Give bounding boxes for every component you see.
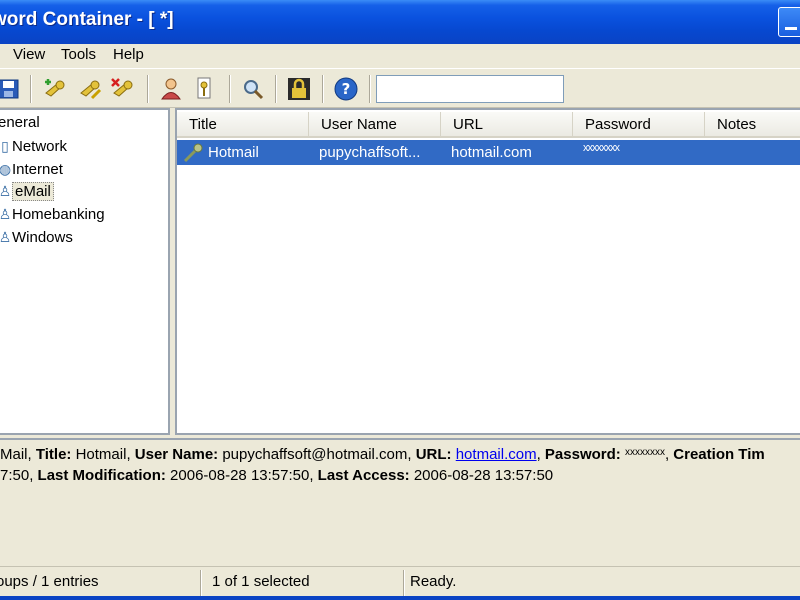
details-access: 2006-08-28 13:57:50 — [413, 467, 554, 484]
tree-item-label: Windows — [12, 229, 73, 246]
toolbar-separator — [229, 75, 231, 103]
toolbar-separator — [369, 75, 371, 103]
help-icon: ? — [334, 77, 358, 101]
details-modification-label: Last Modification: — [37, 467, 166, 484]
search-input[interactable] — [376, 75, 564, 103]
minimize-button[interactable] — [778, 7, 800, 37]
title-bar: word Container - [ *] — [0, 0, 800, 44]
edit-entry-icon — [80, 80, 102, 100]
entry-details: Mail, Title: Hotmail, User Name: pupycha… — [0, 438, 800, 563]
list-header: Title User Name URL Password Notes — [177, 112, 800, 138]
menu-tools[interactable]: Tools — [61, 46, 96, 63]
tree-item-email[interactable]: ♙ eMail — [0, 180, 54, 202]
internet-icon: ◍ — [0, 161, 12, 177]
details-password: xxxxxxxx — [624, 447, 665, 458]
cell-password: xxxxxxxx — [583, 142, 620, 154]
tree-item-label: Homebanking — [12, 206, 105, 223]
tree-root-general[interactable]: eneral — [0, 112, 40, 134]
save-icon — [0, 79, 19, 99]
menu-bar: View Tools Help — [0, 44, 800, 66]
details-url-label: URL: — [415, 446, 452, 463]
cell-title: Hotmail — [208, 144, 259, 161]
email-icon: ♙ — [0, 183, 12, 199]
user-icon — [161, 78, 181, 100]
menu-help[interactable]: Help — [113, 46, 144, 63]
details-title: Hotmail — [75, 446, 127, 463]
help-button[interactable]: ? — [333, 76, 359, 102]
homebanking-icon: ♙ — [0, 206, 12, 222]
tree-item-label: eneral — [0, 114, 40, 131]
windows-icon: ♙ — [0, 229, 12, 245]
tree-item-label: Internet — [12, 161, 63, 178]
window-title: word Container - [ *] — [0, 9, 174, 30]
details-group: Mail, — [0, 446, 36, 463]
tree-item-homebanking[interactable]: ♙Homebanking — [0, 203, 105, 225]
column-header-password[interactable]: Password — [573, 112, 705, 138]
details-password-label: Password: — [544, 446, 621, 463]
details-user-label: User Name: — [134, 446, 219, 463]
status-state: Ready. — [410, 573, 457, 590]
toolbar-separator — [147, 75, 149, 103]
minimize-icon — [785, 27, 797, 30]
status-divider — [403, 570, 405, 596]
user-button[interactable] — [158, 76, 184, 102]
tree-item-label: Network — [12, 138, 68, 155]
toolbar-separator — [322, 75, 324, 103]
key-icon — [183, 143, 205, 168]
key-button[interactable] — [192, 76, 218, 102]
edit-entry-button[interactable] — [77, 76, 103, 102]
find-icon — [244, 80, 264, 100]
details-creation-label: Creation Tim — [673, 446, 765, 463]
toolbar: ? — [0, 68, 800, 108]
details-user: pupychaffsoft@hotmail.com — [222, 446, 408, 463]
window-bottom-border — [0, 596, 800, 600]
cell-user-name: pupychaffsoft... — [319, 144, 421, 161]
entry-list: Title User Name URL Password Notes Hotma… — [175, 108, 800, 435]
column-header-user-name[interactable]: User Name — [309, 112, 441, 138]
lock-icon — [288, 78, 310, 100]
menu-view[interactable]: View — [13, 46, 45, 63]
tree-item-network[interactable]: ▯ Network — [0, 135, 67, 157]
tree-item-internet[interactable]: ◍Internet — [0, 158, 63, 180]
delete-entry-icon — [111, 78, 133, 97]
details-url-link[interactable]: hotmail.com — [456, 446, 537, 463]
toolbar-separator — [30, 75, 32, 103]
cell-url: hotmail.com — [451, 144, 532, 161]
details-access-label: Last Access: — [317, 467, 410, 484]
details-title-label: Title: — [35, 446, 72, 463]
save-button[interactable] — [0, 76, 22, 102]
details-line-1: Mail, Title: Hotmail, User Name: pupycha… — [0, 446, 765, 463]
column-header-notes[interactable]: Notes — [705, 112, 800, 138]
tree-item-label: eMail — [12, 182, 54, 201]
status-bar: oups / 1 entries 1 of 1 selected Ready. — [0, 566, 800, 596]
details-line-2: 7:50, Last Modification: 2006-08-28 13:5… — [0, 466, 800, 485]
table-row[interactable]: Hotmail pupychaffsoft... hotmail.com xxx… — [177, 140, 800, 165]
delete-entry-button[interactable] — [110, 76, 136, 102]
find-button[interactable] — [240, 76, 266, 102]
tree-item-windows[interactable]: ♙Windows — [0, 226, 73, 248]
status-entries: oups / 1 entries — [0, 573, 99, 590]
add-entry-icon — [45, 79, 65, 97]
status-divider — [200, 570, 202, 596]
column-header-title[interactable]: Title — [177, 112, 309, 138]
key-icon — [197, 77, 211, 99]
lock-button[interactable] — [286, 76, 312, 102]
add-entry-button[interactable] — [42, 76, 68, 102]
details-creation-time: 7:50, — [0, 467, 34, 484]
details-modification: 2006-08-28 13:57:50, — [170, 467, 314, 484]
svg-text:?: ? — [342, 80, 351, 98]
network-icon: ▯ — [1, 138, 9, 154]
group-tree: eneral ▯ Network ◍Internet ♙ eMail ♙Homeba… — [0, 108, 170, 435]
column-header-url[interactable]: URL — [441, 112, 573, 138]
status-selection: 1 of 1 selected — [212, 573, 310, 590]
toolbar-separator — [275, 75, 277, 103]
